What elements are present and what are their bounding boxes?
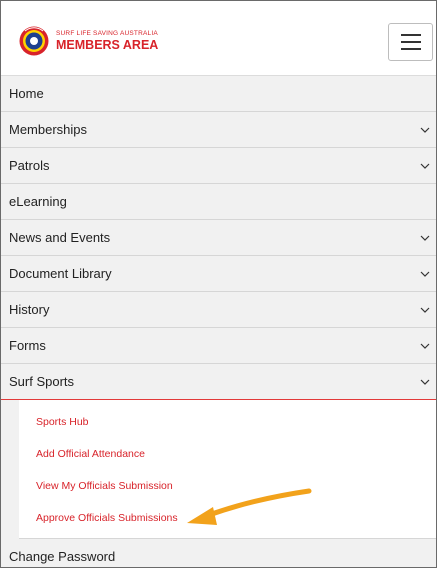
logo-title: MEMBERS AREA (56, 37, 159, 52)
chevron-down-icon[interactable] (420, 305, 430, 315)
nav-item-label: Patrols (9, 158, 50, 173)
nav-item-label: Document Library (9, 266, 112, 281)
chevron-down-icon[interactable] (420, 161, 430, 171)
nav-item-history[interactable]: History (1, 292, 436, 328)
nav-item-home[interactable]: Home (1, 76, 436, 112)
nav-item-label: Change Password (9, 549, 116, 564)
chevron-down-icon[interactable] (420, 125, 430, 135)
nav-item-label: Home (9, 86, 44, 101)
sls-logo-icon (19, 26, 49, 56)
site-header: SURF LIFE SAVING AUSTRALIA MEMBERS AREA (1, 1, 436, 75)
chevron-down-icon[interactable] (420, 233, 430, 243)
nav-item-label: History (9, 302, 50, 317)
nav-item-surf-sports[interactable]: Surf Sports (1, 364, 436, 400)
chevron-down-icon[interactable] (420, 269, 430, 279)
pointer-arrow-annotation (187, 488, 312, 525)
submenu-item-sports-hub[interactable]: Sports Hub (19, 406, 436, 438)
hamburger-line (400, 41, 421, 43)
nav-item-memberships[interactable]: Memberships (1, 112, 436, 148)
nav-item-forms[interactable]: Forms (1, 328, 436, 364)
nav-item-label: News and Events (9, 230, 111, 245)
hamburger-line (400, 48, 421, 50)
hamburger-menu-button[interactable] (388, 23, 433, 61)
nav-item-patrols[interactable]: Patrols (1, 148, 436, 184)
logo-subtitle: SURF LIFE SAVING AUSTRALIA (56, 30, 158, 37)
nav-item-label: Surf Sports (9, 374, 75, 389)
hamburger-line (400, 34, 421, 36)
nav-item-change-password[interactable]: Change Password (1, 539, 436, 567)
chevron-down-icon[interactable] (420, 377, 430, 387)
nav-item-news-and-events[interactable]: News and Events (1, 220, 436, 256)
nav-item-label: Memberships (9, 122, 88, 137)
nav-item-elearning[interactable]: eLearning (1, 184, 436, 220)
submenu-item-add-official-attendance[interactable]: Add Official Attendance (19, 438, 436, 470)
chevron-down-icon[interactable] (420, 341, 430, 351)
app-frame: SURF LIFE SAVING AUSTRALIA MEMBERS AREA … (0, 0, 437, 568)
nav-item-label: eLearning (9, 194, 67, 209)
logo[interactable]: SURF LIFE SAVING AUSTRALIA MEMBERS AREA (19, 26, 158, 56)
nav-item-document-library[interactable]: Document Library (1, 256, 436, 292)
nav-item-label: Forms (9, 338, 46, 353)
